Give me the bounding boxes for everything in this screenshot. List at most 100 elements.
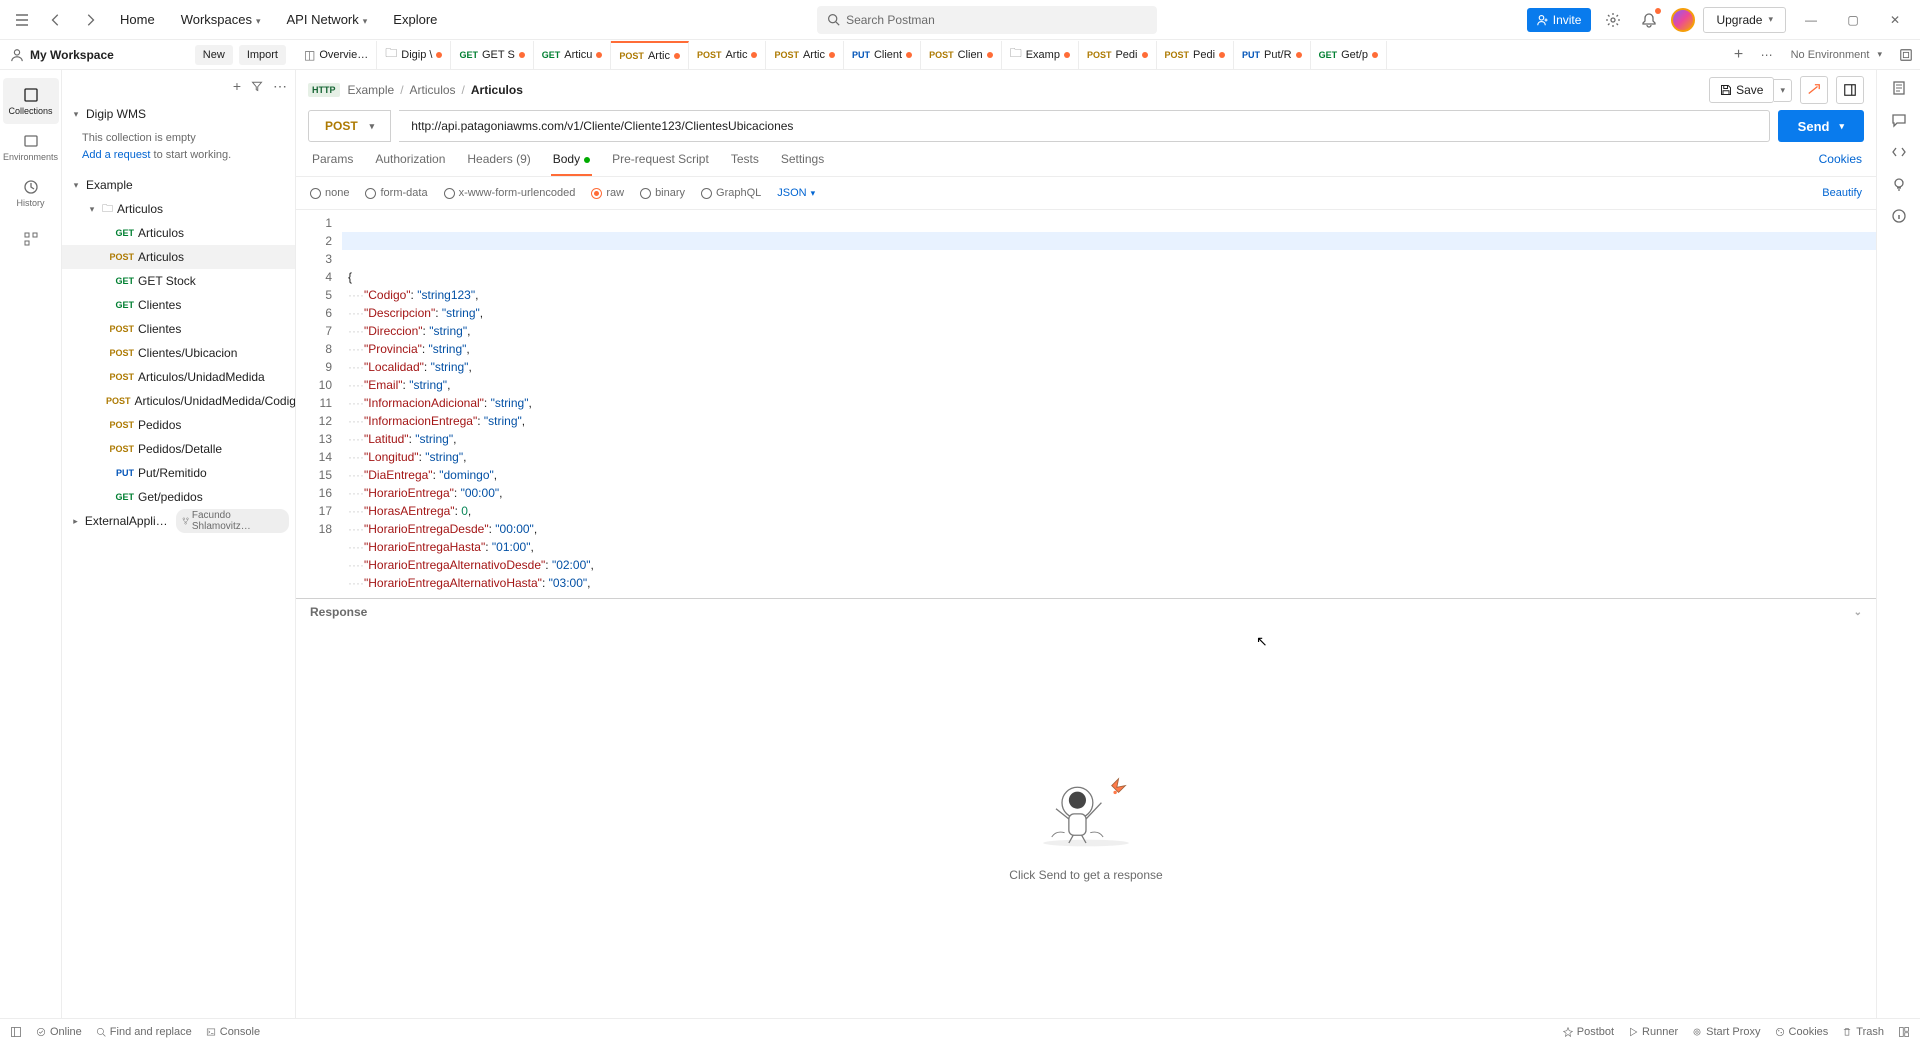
url-input[interactable]: http://api.patagoniawms.com/v1/Cliente/C…: [399, 110, 1769, 142]
radio-binary[interactable]: binary: [640, 187, 685, 199]
tab-item[interactable]: POSTArtic: [689, 41, 767, 69]
window-maximize-icon[interactable]: ▢: [1836, 6, 1870, 34]
tab-item[interactable]: ◫Overvie…: [296, 41, 377, 69]
tree-request[interactable]: POSTArticulos/UnidadMedida/Codig…: [62, 389, 295, 413]
code-editor[interactable]: 123456789101112131415161718 {····"Codigo…: [296, 210, 1876, 598]
tab-prerequest[interactable]: Pre-request Script: [610, 152, 711, 176]
tab-item[interactable]: POSTClien: [921, 41, 1002, 69]
window-minimize-icon[interactable]: —: [1794, 6, 1828, 34]
rail-history[interactable]: History: [3, 170, 59, 216]
status-postbot[interactable]: Postbot: [1563, 1026, 1614, 1038]
tab-item[interactable]: POSTPedi: [1157, 41, 1235, 69]
crumb-0[interactable]: Example: [348, 83, 395, 97]
collection-example[interactable]: ▾ Example: [62, 173, 295, 197]
tab-settings[interactable]: Settings: [779, 152, 826, 176]
tab-item[interactable]: 🗀Examp: [1002, 41, 1079, 69]
rail-environments[interactable]: Environments: [3, 124, 59, 170]
tab-item[interactable]: GETGET S: [451, 41, 533, 69]
folder-articulos[interactable]: ▾ 🗀 Articulos: [62, 197, 295, 221]
forward-icon[interactable]: [76, 6, 104, 34]
search-input[interactable]: Search Postman: [817, 6, 1157, 34]
tab-headers[interactable]: Headers (9): [465, 152, 532, 176]
hint-add-link[interactable]: Add a request: [82, 149, 151, 161]
rail-collections[interactable]: Collections: [3, 78, 59, 124]
collection-digip[interactable]: ▾ Digip WMS: [62, 102, 295, 126]
radio-formdata[interactable]: form-data: [365, 187, 427, 199]
collection-external[interactable]: ▸ ExternalAppli… Facundo Shlamovitz…: [62, 509, 295, 533]
tree-request[interactable]: POSTArticulos: [62, 245, 295, 269]
tree-request[interactable]: POSTPedidos: [62, 413, 295, 437]
crumb-1[interactable]: Articulos: [410, 83, 456, 97]
sidebar-add-icon[interactable]: +: [233, 78, 241, 94]
status-find[interactable]: Find and replace: [96, 1026, 192, 1038]
tree-request[interactable]: GETArticulos: [62, 221, 295, 245]
tree-request[interactable]: POSTClientes: [62, 317, 295, 341]
status-console[interactable]: Console: [206, 1026, 260, 1038]
radio-none[interactable]: none: [310, 187, 349, 199]
tab-add-icon[interactable]: +: [1725, 41, 1753, 69]
tab-item[interactable]: POSTArtic: [766, 41, 844, 69]
sidebar-toggle-icon[interactable]: [10, 1026, 22, 1038]
tab-item[interactable]: 🗀Digip \: [377, 41, 451, 69]
env-quicklook-icon[interactable]: [1892, 41, 1920, 69]
cookies-link[interactable]: Cookies: [1819, 152, 1862, 176]
tab-tests[interactable]: Tests: [729, 152, 761, 176]
tab-item[interactable]: GETArticu: [534, 41, 612, 69]
new-button[interactable]: New: [195, 45, 233, 65]
method-select[interactable]: POST ▾: [308, 110, 391, 142]
env-selector[interactable]: No Environment ▾: [1781, 49, 1892, 61]
rail-configure[interactable]: [3, 222, 59, 256]
comments-icon[interactable]: [1891, 112, 1907, 128]
radio-graphql[interactable]: GraphQL: [701, 187, 761, 199]
menu-icon[interactable]: [8, 6, 36, 34]
status-proxy[interactable]: Start Proxy: [1692, 1026, 1760, 1038]
tab-body[interactable]: Body: [551, 152, 592, 176]
tree-request[interactable]: GETClientes: [62, 293, 295, 317]
send-button[interactable]: Send ▾: [1778, 110, 1864, 142]
code-snippet-icon[interactable]: [1891, 144, 1907, 160]
tab-item[interactable]: PUTClient: [844, 41, 921, 69]
tab-params[interactable]: Params: [310, 152, 355, 176]
beautify-link[interactable]: Beautify: [1822, 187, 1862, 199]
save-button[interactable]: Save: [1709, 77, 1774, 103]
status-online[interactable]: Online: [36, 1026, 82, 1038]
nav-explore[interactable]: Explore: [383, 6, 447, 33]
nav-home[interactable]: Home: [110, 6, 165, 33]
tree-request[interactable]: GETGet/pedidos: [62, 485, 295, 509]
notifications-icon[interactable]: [1635, 6, 1663, 34]
tab-item[interactable]: POSTArtic: [611, 41, 689, 69]
info-icon[interactable]: [1891, 208, 1907, 224]
docs-icon[interactable]: [1891, 80, 1907, 96]
tab-item[interactable]: POSTPedi: [1079, 41, 1157, 69]
settings-icon[interactable]: [1599, 6, 1627, 34]
back-icon[interactable]: [42, 6, 70, 34]
window-close-icon[interactable]: ✕: [1878, 6, 1912, 34]
sidebar-toggle-icon[interactable]: [1836, 76, 1864, 104]
sidebar-filter-icon[interactable]: [251, 80, 263, 92]
tab-item[interactable]: GETGet/p: [1311, 41, 1387, 69]
save-dropdown[interactable]: ▾: [1774, 79, 1792, 102]
status-panels-icon[interactable]: [1898, 1026, 1910, 1038]
tab-authorization[interactable]: Authorization: [373, 152, 447, 176]
tree-request[interactable]: POSTArticulos/UnidadMedida: [62, 365, 295, 389]
invite-button[interactable]: Invite: [1527, 8, 1592, 32]
status-runner[interactable]: Runner: [1628, 1026, 1678, 1038]
nav-workspaces[interactable]: Workspaces: [171, 6, 271, 33]
code-area[interactable]: {····"Codigo": "string123",····"Descripc…: [342, 210, 1876, 598]
share-icon[interactable]: [1800, 76, 1828, 104]
tab-item[interactable]: PUTPut/R: [1234, 41, 1311, 69]
tab-more-icon[interactable]: ⋯: [1753, 41, 1781, 69]
tree-request[interactable]: GETGET Stock: [62, 269, 295, 293]
status-trash[interactable]: Trash: [1842, 1026, 1884, 1038]
tree-request[interactable]: POSTPedidos/Detalle: [62, 437, 295, 461]
response-header[interactable]: Response ⌄: [296, 599, 1876, 625]
status-cookies[interactable]: Cookies: [1775, 1026, 1829, 1038]
tree-request[interactable]: PUTPut/Remitido: [62, 461, 295, 485]
nav-api-network[interactable]: API Network: [277, 6, 378, 33]
radio-urlencoded[interactable]: x-www-form-urlencoded: [444, 187, 576, 199]
body-type-select[interactable]: JSON▾: [777, 187, 815, 199]
lightbulb-icon[interactable]: [1891, 176, 1907, 192]
tree-request[interactable]: POSTClientes/Ubicacion: [62, 341, 295, 365]
import-button[interactable]: Import: [239, 45, 286, 65]
avatar[interactable]: [1671, 8, 1695, 32]
